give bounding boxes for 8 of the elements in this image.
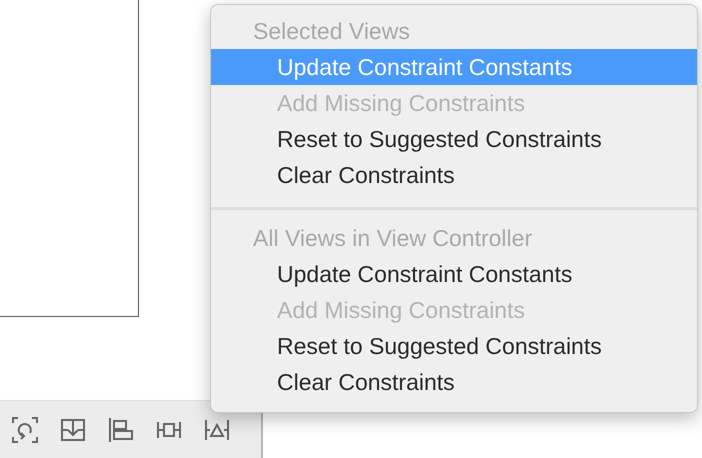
refresh-icon[interactable] — [10, 414, 40, 444]
menu-item[interactable]: Clear Constraints — [211, 364, 697, 400]
section-header: Selected Views — [252, 17, 411, 46]
section-header: All Views in View Controller — [252, 224, 534, 253]
menu-item[interactable]: Reset to Suggested Constraints — [211, 121, 697, 157]
menu-item[interactable]: Clear Constraints — [211, 157, 697, 193]
menu-item[interactable]: Reset to Suggested Constraints — [211, 328, 697, 364]
menu-item[interactable]: Update Constraint Constants — [211, 256, 697, 292]
